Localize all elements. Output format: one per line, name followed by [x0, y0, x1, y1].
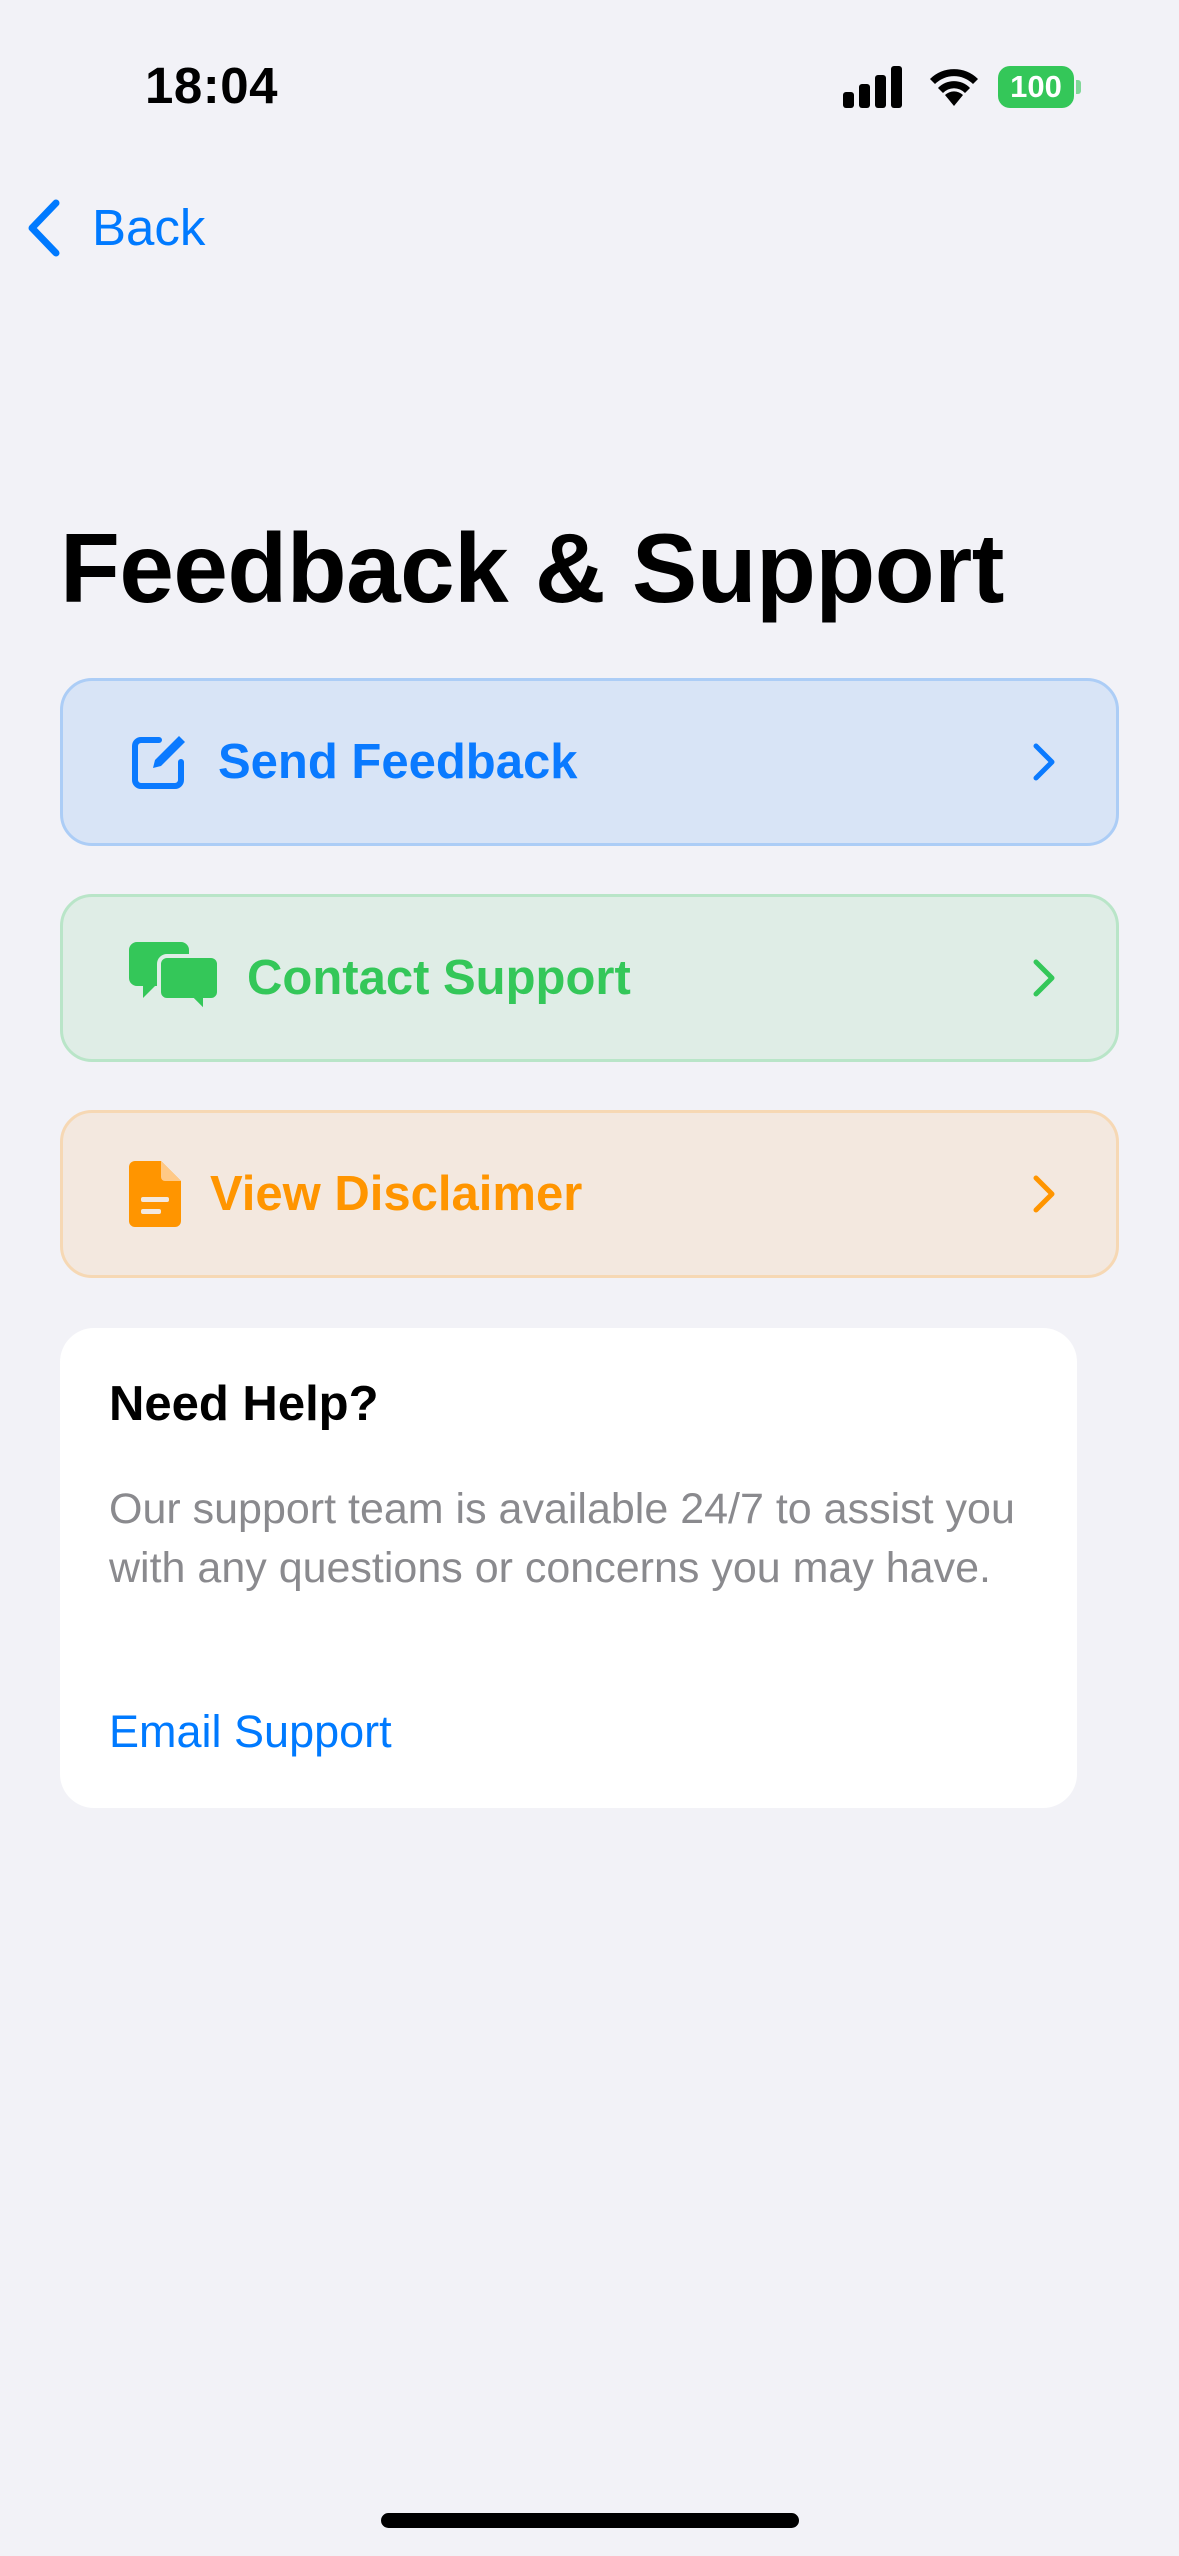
contact-support-button[interactable]: Contact Support [60, 894, 1119, 1062]
help-card-title: Need Help? [109, 1377, 379, 1431]
battery-cap [1076, 80, 1081, 94]
status-bar: 18:04 100 [0, 0, 1179, 150]
document-icon [129, 1161, 181, 1227]
view-disclaimer-button[interactable]: View Disclaimer [60, 1110, 1119, 1278]
home-indicator[interactable] [381, 2513, 799, 2528]
cellular-signal-icon [843, 66, 902, 108]
contact-support-label: Contact Support [247, 951, 631, 1005]
back-label: Back [92, 199, 206, 256]
send-feedback-label: Send Feedback [218, 735, 578, 789]
chevron-left-icon [28, 199, 60, 256]
send-feedback-button[interactable]: Send Feedback [60, 678, 1119, 846]
view-disclaimer-label: View Disclaimer [210, 1167, 583, 1221]
help-card: Need Help? Our support team is available… [60, 1328, 1077, 1808]
back-button[interactable]: Back [26, 190, 205, 265]
battery-indicator: 100 [998, 66, 1081, 108]
wifi-icon [930, 69, 978, 106]
chevron-right-icon [1033, 743, 1055, 781]
page-title: Feedback & Support [60, 513, 1004, 623]
battery-level: 100 [998, 66, 1074, 108]
email-support-link[interactable]: Email Support [109, 1706, 392, 1758]
chevron-right-icon [1033, 1175, 1055, 1213]
status-time: 18:04 [145, 57, 278, 114]
help-card-body: Our support team is available 24/7 to as… [109, 1485, 1015, 1592]
chat-bubbles-icon [129, 942, 219, 1014]
chevron-right-icon [1033, 959, 1055, 997]
compose-icon [132, 736, 185, 789]
